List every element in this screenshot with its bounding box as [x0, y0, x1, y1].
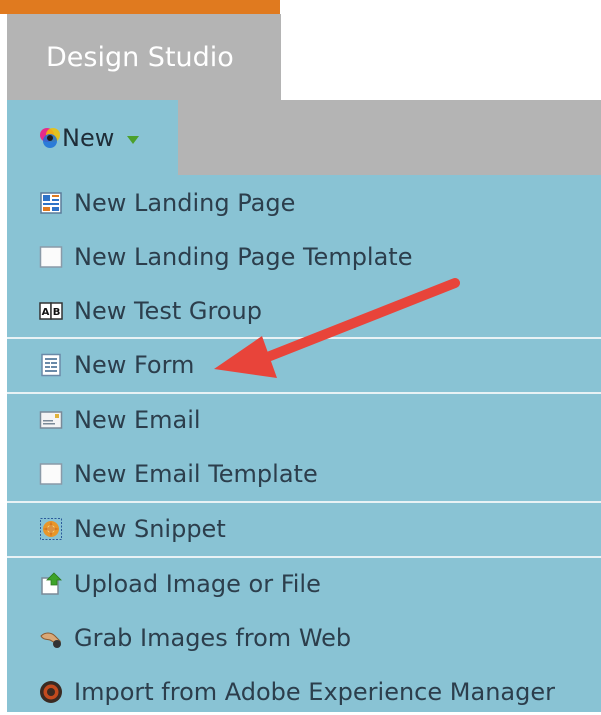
grab-images-icon — [39, 626, 63, 650]
menu-item-new-landing-page[interactable]: New Landing Page — [7, 180, 601, 226]
menu-item-label: New Landing Page Template — [74, 243, 413, 271]
top-accent-bar — [0, 0, 280, 14]
email-icon — [39, 408, 63, 432]
menu-item-upload-image-or-file[interactable]: Upload Image or File — [7, 561, 601, 607]
menu-item-label: New Email — [74, 406, 201, 434]
template-icon — [39, 462, 63, 486]
menu-item-new-landing-page-template[interactable]: New Landing Page Template — [7, 234, 601, 280]
menu-item-label: New Form — [74, 351, 195, 379]
toolbar-gray-area — [178, 100, 601, 175]
menu-item-new-form[interactable]: New Form — [7, 342, 601, 388]
menu-item-label: New Email Template — [74, 460, 318, 488]
tab-gap — [281, 14, 601, 100]
menu-item-label: New Landing Page — [74, 189, 296, 217]
menu-item-new-test-group[interactable]: A B New Test Group — [7, 288, 601, 334]
menu-separator — [7, 337, 601, 339]
menu-separator — [7, 501, 601, 503]
form-icon — [39, 353, 63, 377]
menu-item-label: Import from Adobe Experience Manager — [74, 678, 555, 706]
design-studio-tab[interactable]: Design Studio — [7, 14, 281, 100]
menu-item-label: New Test Group — [74, 297, 262, 325]
test-group-icon: A B — [39, 299, 63, 323]
aem-icon — [39, 680, 63, 704]
new-button-label: New — [62, 124, 115, 152]
menu-item-import-from-aem[interactable]: Import from Adobe Experience Manager — [7, 669, 601, 715]
menu-item-label: Upload Image or File — [74, 570, 321, 598]
menu-item-new-email-template[interactable]: New Email Template — [7, 451, 601, 497]
page-title: Design Studio — [46, 41, 234, 73]
color-circles-icon — [38, 126, 62, 150]
menu-item-new-snippet[interactable]: New Snippet — [7, 506, 601, 552]
snippet-icon — [39, 517, 63, 541]
menu-separator — [7, 556, 601, 558]
svg-text:B: B — [53, 307, 61, 318]
menu-item-grab-images-from-web[interactable]: Grab Images from Web — [7, 615, 601, 661]
new-button[interactable]: New — [38, 118, 140, 158]
menu-separator — [7, 392, 601, 394]
landing-page-icon — [39, 191, 63, 215]
chevron-down-icon — [127, 135, 140, 144]
template-icon — [39, 245, 63, 269]
menu-item-label: Grab Images from Web — [74, 624, 352, 652]
menu-item-label: New Snippet — [74, 515, 226, 543]
upload-icon — [39, 572, 63, 596]
menu-item-new-email[interactable]: New Email — [7, 397, 601, 443]
svg-text:A: A — [42, 307, 50, 318]
